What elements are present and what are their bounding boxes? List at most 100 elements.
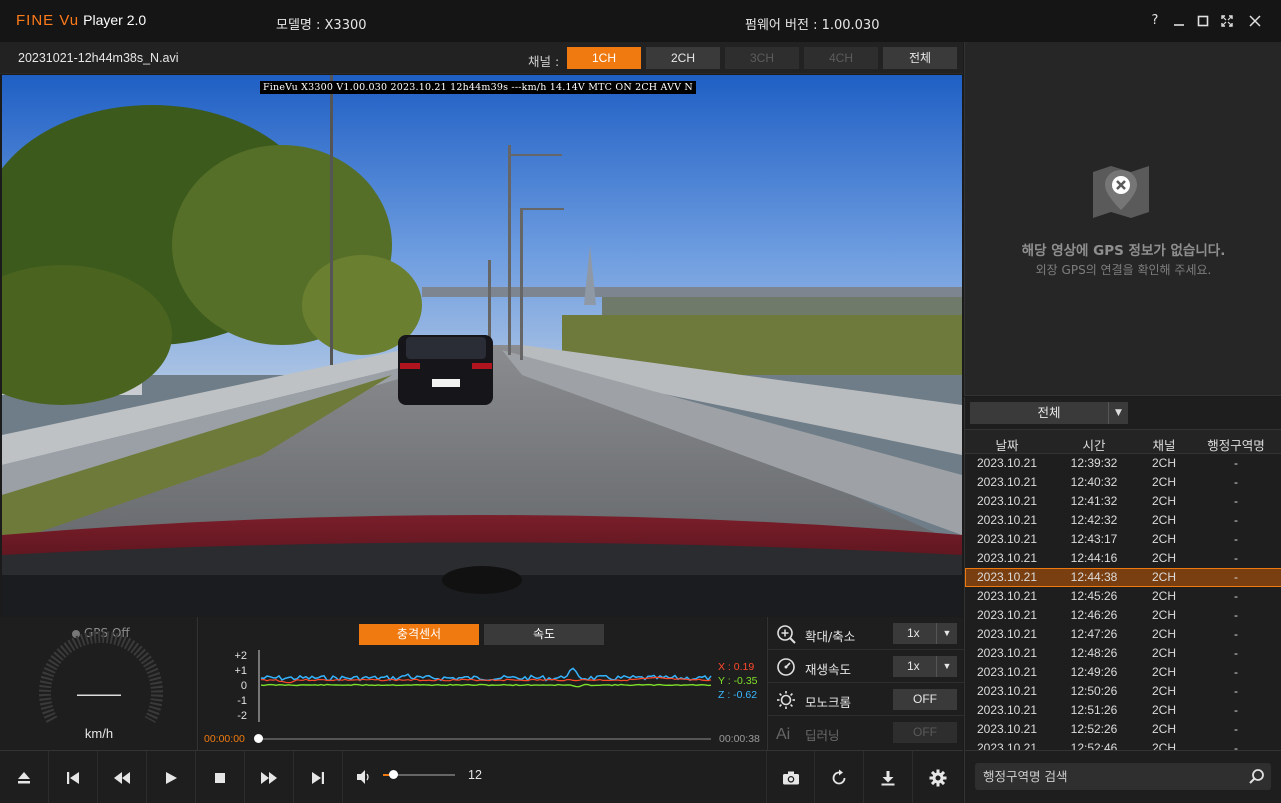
video-filename: 20231021-12h44m38s_N.avi	[18, 51, 179, 65]
fast-forward-icon	[261, 771, 277, 784]
list-item[interactable]: 2023.10.21 12:42:32 2CH -	[965, 511, 1281, 530]
stop-button[interactable]	[196, 751, 245, 803]
no-gps-title: 해당 영상에 GPS 정보가 없습니다.	[1021, 243, 1226, 259]
header-date: 날짜	[995, 438, 1019, 453]
list-item[interactable]: 2023.10.21 12:45:26 2CH -	[965, 587, 1281, 606]
chevron-down-icon[interactable]: ▼	[1108, 402, 1128, 424]
sensor-panel: 충격센서 속도 +2 +1 0 -1 -2 X : 0.19 Y : -0.35…	[199, 617, 766, 750]
row-date: 2023.10.21	[976, 494, 1038, 508]
row-date: 2023.10.21	[976, 627, 1038, 641]
eject-button[interactable]	[0, 751, 49, 803]
y-axis-value: Y : -0.35	[718, 675, 758, 687]
row-channel: 2CH	[1151, 494, 1176, 508]
list-filter-dropdown[interactable]: 전체	[970, 402, 1128, 424]
previous-file-button[interactable]	[49, 751, 98, 803]
row-date: 2023.10.21	[976, 475, 1038, 489]
channel-2ch-button[interactable]: 2CH	[646, 47, 720, 69]
playback-speed-value: 1x	[907, 659, 920, 673]
video-osd-overlay: FineVu X3300 V1.00.030 2023.10.21 12h44m…	[260, 81, 696, 94]
row-channel: 2CH	[1151, 456, 1176, 470]
volume-icon[interactable]	[356, 769, 372, 785]
row-channel: 2CH	[1151, 608, 1176, 622]
list-item[interactable]: 2023.10.21 12:49:26 2CH -	[965, 663, 1281, 682]
help-button[interactable]: ?	[1144, 10, 1166, 32]
file-list: 2023.10.21 12:39:32 2CH - 2023.10.21 12:40:32…	[965, 454, 1281, 750]
region-search-input[interactable]	[975, 763, 1245, 790]
search-icon[interactable]	[1248, 768, 1265, 785]
list-item[interactable]: 2023.10.21 12:47:26 2CH -	[965, 625, 1281, 644]
close-button[interactable]	[1244, 10, 1266, 32]
gear-icon	[929, 769, 946, 786]
header-channel: 채널	[1152, 438, 1176, 453]
minimize-icon	[1174, 24, 1184, 26]
tab-impact-sensor[interactable]: 충격센서	[359, 624, 479, 645]
maximize-button[interactable]	[1192, 10, 1214, 32]
y-axis-line	[260, 683, 712, 688]
list-item[interactable]: 2023.10.21 12:46:26 2CH -	[965, 606, 1281, 625]
list-item[interactable]: 2023.10.21 12:51:26 2CH -	[965, 701, 1281, 720]
list-item[interactable]: 2023.10.21 12:52:46 2CH -	[965, 739, 1281, 750]
row-channel: 2CH	[1151, 646, 1176, 660]
row-region: -	[1234, 494, 1238, 508]
list-item[interactable]: 2023.10.21 12:44:16 2CH -	[965, 549, 1281, 568]
channel-label: 채널 :	[528, 54, 560, 69]
channel-all-button[interactable]: 전체	[883, 47, 957, 69]
y-tick: -2	[237, 710, 247, 722]
z-axis-value: Z : -0.62	[718, 689, 758, 701]
playback-speed-label: 재생속도	[805, 662, 852, 677]
tab-speed[interactable]: 속도	[484, 624, 604, 645]
list-item[interactable]: 2023.10.21 12:43:17 2CH -	[965, 530, 1281, 549]
row-channel: 2CH	[1151, 703, 1176, 717]
channel-4ch-button[interactable]: 4CH	[804, 47, 878, 69]
row-date: 2023.10.21	[976, 741, 1038, 750]
video-frame[interactable]: FineVu X3300 V1.00.030 2023.10.21 12h44m…	[2, 75, 962, 616]
deep-learning-toggle[interactable]: OFF	[893, 722, 957, 743]
row-channel: 2CH	[1151, 665, 1176, 679]
firmware-version: 펌웨어 버전 : 1.00.030	[745, 18, 880, 33]
speedometer-icon	[777, 658, 795, 676]
row-channel: 2CH	[1151, 722, 1176, 736]
skip-forward-icon	[312, 771, 324, 784]
list-item[interactable]: 2023.10.21 12:48:26 2CH -	[965, 644, 1281, 663]
row-date: 2023.10.21	[976, 551, 1038, 565]
minimize-button[interactable]	[1168, 10, 1190, 32]
snapshot-button[interactable]	[766, 751, 815, 803]
list-item[interactable]: 2023.10.21 12:52:26 2CH -	[965, 720, 1281, 739]
zoom-option: 확대/축소 1x ▼	[768, 617, 964, 650]
seek-bar[interactable]	[257, 738, 711, 740]
download-button[interactable]	[864, 751, 913, 803]
row-channel: 2CH	[1151, 627, 1176, 641]
channel-3ch-button[interactable]: 3CH	[725, 47, 799, 69]
volume-slider-handle[interactable]	[389, 770, 398, 779]
header-time: 시간	[1082, 438, 1106, 453]
monochrome-option: 모노크롬 OFF	[768, 683, 964, 716]
channel-1ch-button[interactable]: 1CH	[567, 47, 641, 69]
zoom-dropdown[interactable]: 1x ▼	[893, 623, 957, 644]
list-item[interactable]: 2023.10.21 12:50:26 2CH -	[965, 682, 1281, 701]
row-region: -	[1234, 665, 1238, 679]
header-region: 행정구역명	[1207, 438, 1265, 453]
row-time: 12:41:32	[1070, 494, 1118, 508]
map-pin-off-icon	[1093, 166, 1149, 218]
speedometer-panel: GPS Off —— km/h	[0, 617, 198, 750]
fast-forward-button[interactable]	[245, 751, 294, 803]
next-file-button[interactable]	[294, 751, 343, 803]
list-item[interactable]: 2023.10.21 12:44:38 2CH -	[965, 568, 1281, 587]
monochrome-toggle[interactable]: OFF	[893, 689, 957, 710]
list-item[interactable]: 2023.10.21 12:40:32 2CH -	[965, 473, 1281, 492]
settings-button[interactable]	[913, 751, 962, 803]
playback-speed-dropdown[interactable]: 1x ▼	[893, 656, 957, 677]
region-search-bar	[964, 750, 1281, 803]
brightness-icon	[777, 691, 795, 709]
list-item[interactable]: 2023.10.21 12:41:32 2CH -	[965, 492, 1281, 511]
rewind-button[interactable]	[98, 751, 147, 803]
y-tick: 0	[240, 680, 247, 692]
list-item[interactable]: 2023.10.21 12:39:32 2CH -	[965, 454, 1281, 473]
play-button[interactable]	[147, 751, 196, 803]
seek-handle[interactable]	[254, 734, 263, 743]
rewind-icon	[114, 771, 130, 784]
stop-icon	[215, 772, 225, 783]
row-time: 12:51:26	[1070, 703, 1118, 717]
rotate-button[interactable]	[815, 751, 864, 803]
fullscreen-button[interactable]	[1216, 10, 1238, 32]
